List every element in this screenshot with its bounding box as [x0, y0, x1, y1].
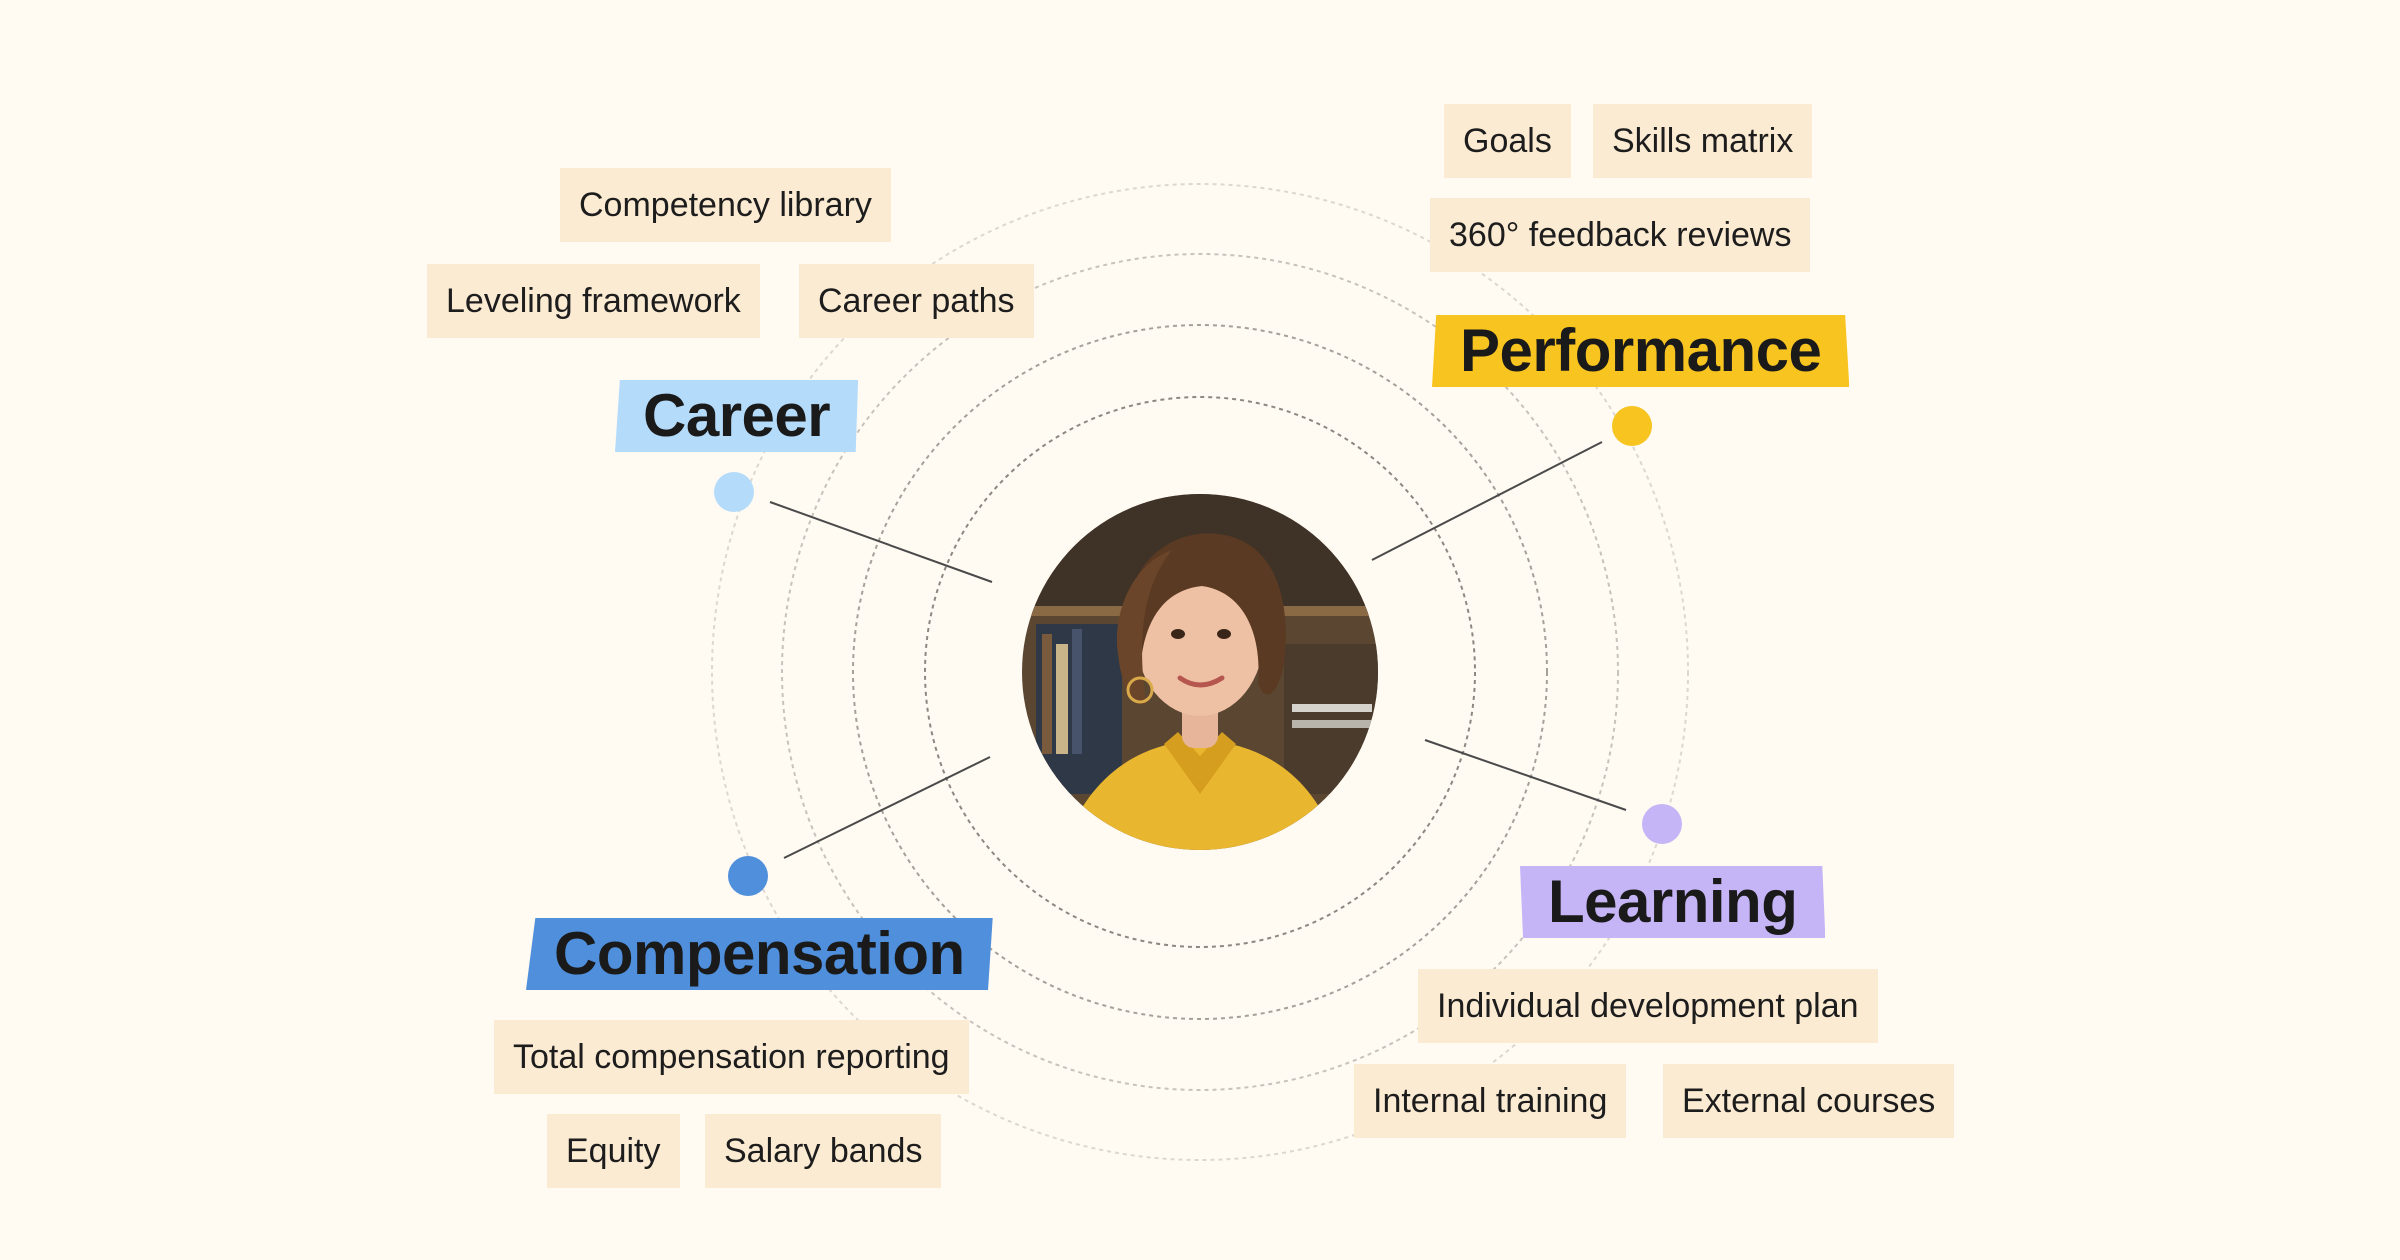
- compensation-node-dot: [728, 856, 768, 896]
- category-career-label[interactable]: Career: [615, 380, 859, 452]
- chip-skills-matrix[interactable]: Skills matrix: [1593, 104, 1813, 178]
- chip-salary-bands[interactable]: Salary bands: [705, 1114, 942, 1188]
- chip-goals[interactable]: Goals: [1444, 104, 1571, 178]
- performance-node-dot: [1612, 406, 1652, 446]
- category-compensation-label[interactable]: Compensation: [526, 918, 993, 990]
- category-learning-label[interactable]: Learning: [1520, 866, 1826, 938]
- chip-competency-library[interactable]: Competency library: [560, 168, 891, 242]
- chip-individual-development-plan[interactable]: Individual development plan: [1418, 969, 1878, 1043]
- chip-external-courses[interactable]: External courses: [1663, 1064, 1955, 1138]
- connector-compensation: [783, 756, 991, 859]
- chip-career-paths[interactable]: Career paths: [799, 264, 1034, 338]
- chip-leveling-framework[interactable]: Leveling framework: [427, 264, 760, 338]
- connector-performance: [1371, 441, 1603, 561]
- category-performance-label[interactable]: Performance: [1432, 315, 1850, 387]
- chip-360-feedback-reviews[interactable]: 360° feedback reviews: [1430, 198, 1811, 272]
- profile-portrait: [1022, 494, 1378, 850]
- chip-equity[interactable]: Equity: [547, 1114, 680, 1188]
- chip-internal-training[interactable]: Internal training: [1354, 1064, 1627, 1138]
- talent-diagram: Competency library Leveling framework Ca…: [0, 0, 2400, 1260]
- learning-node-dot: [1642, 804, 1682, 844]
- chip-total-compensation-reporting[interactable]: Total compensation reporting: [494, 1020, 969, 1094]
- connector-career: [769, 501, 993, 583]
- career-node-dot: [714, 472, 754, 512]
- portrait-image: [1022, 494, 1378, 850]
